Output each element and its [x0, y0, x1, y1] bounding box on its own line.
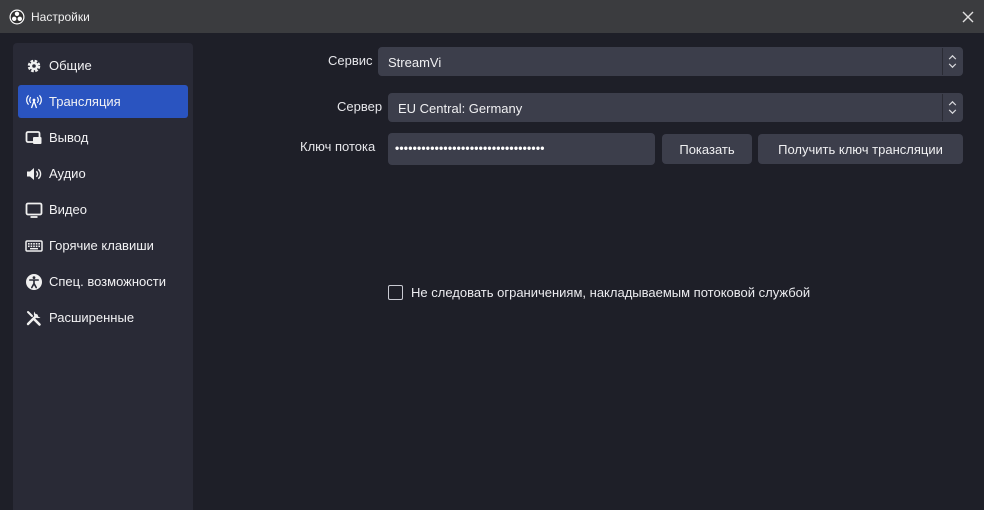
server-value: EU Central: Germany: [398, 101, 523, 116]
service-label: Сервис: [328, 53, 373, 68]
sidebar-item-label: Вывод: [49, 130, 89, 145]
sidebar-item-accessibility[interactable]: Спец. возможности: [18, 265, 188, 298]
sidebar-item-label: Общие: [49, 58, 92, 73]
stream-key-value: ••••••••••••••••••••••••••••••••••: [395, 141, 545, 155]
sidebar-item-hotkeys[interactable]: Горячие клавиши: [18, 229, 188, 262]
sidebar-item-video[interactable]: Видео: [18, 193, 188, 226]
antenna-icon: [26, 94, 42, 109]
sidebar-item-general[interactable]: Общие: [18, 49, 188, 82]
server-label: Сервер: [337, 99, 383, 114]
sidebar-item-audio[interactable]: Аудио: [18, 157, 188, 190]
sidebar-item-label: Трансляция: [49, 94, 121, 109]
sidebar-item-label: Расширенные: [49, 310, 135, 325]
title-bar: Настройки: [0, 0, 984, 33]
sidebar-item-stream[interactable]: Трансляция: [18, 85, 188, 118]
service-select[interactable]: StreamVi: [378, 47, 963, 76]
server-select[interactable]: EU Central: Germany: [388, 93, 963, 122]
ignore-service-limits-checkbox[interactable]: [388, 285, 403, 300]
keyboard-icon: [25, 240, 43, 252]
sidebar-item-label: Аудио: [49, 166, 86, 181]
service-value: StreamVi: [388, 55, 442, 70]
ignore-service-limits-label[interactable]: Не следовать ограничениям, накладываемым…: [411, 285, 810, 300]
obs-logo-icon: [9, 9, 25, 25]
chevron-updown-icon: [942, 48, 957, 75]
tools-icon: [26, 311, 41, 326]
gear-icon: [27, 59, 41, 73]
monitor-icon: [25, 202, 43, 218]
stream-key-input[interactable]: ••••••••••••••••••••••••••••••••••: [388, 133, 655, 165]
sidebar-item-label: Горячие клавиши: [49, 238, 154, 253]
chevron-updown-icon: [942, 94, 957, 121]
sidebar-item-output[interactable]: Вывод: [18, 121, 188, 154]
stream-key-label: Ключ потока: [300, 139, 376, 154]
settings-sidebar: Общие Трансляция Вывод Аудио Видео Горяч…: [13, 43, 193, 510]
speaker-icon: [27, 168, 42, 180]
close-icon[interactable]: [958, 7, 978, 27]
show-key-button[interactable]: Показать: [662, 134, 752, 164]
accessibility-icon: [26, 274, 42, 290]
sidebar-item-label: Видео: [49, 202, 87, 217]
sidebar-item-label: Спец. возможности: [49, 274, 166, 289]
sidebar-item-advanced[interactable]: Расширенные: [18, 301, 188, 334]
get-stream-key-button[interactable]: Получить ключ трансляции: [758, 134, 963, 164]
window-title: Настройки: [31, 10, 90, 24]
output-icon: [25, 131, 42, 144]
settings-window: Настройки Общие Трансляция Вывод Аудио В…: [0, 0, 984, 510]
